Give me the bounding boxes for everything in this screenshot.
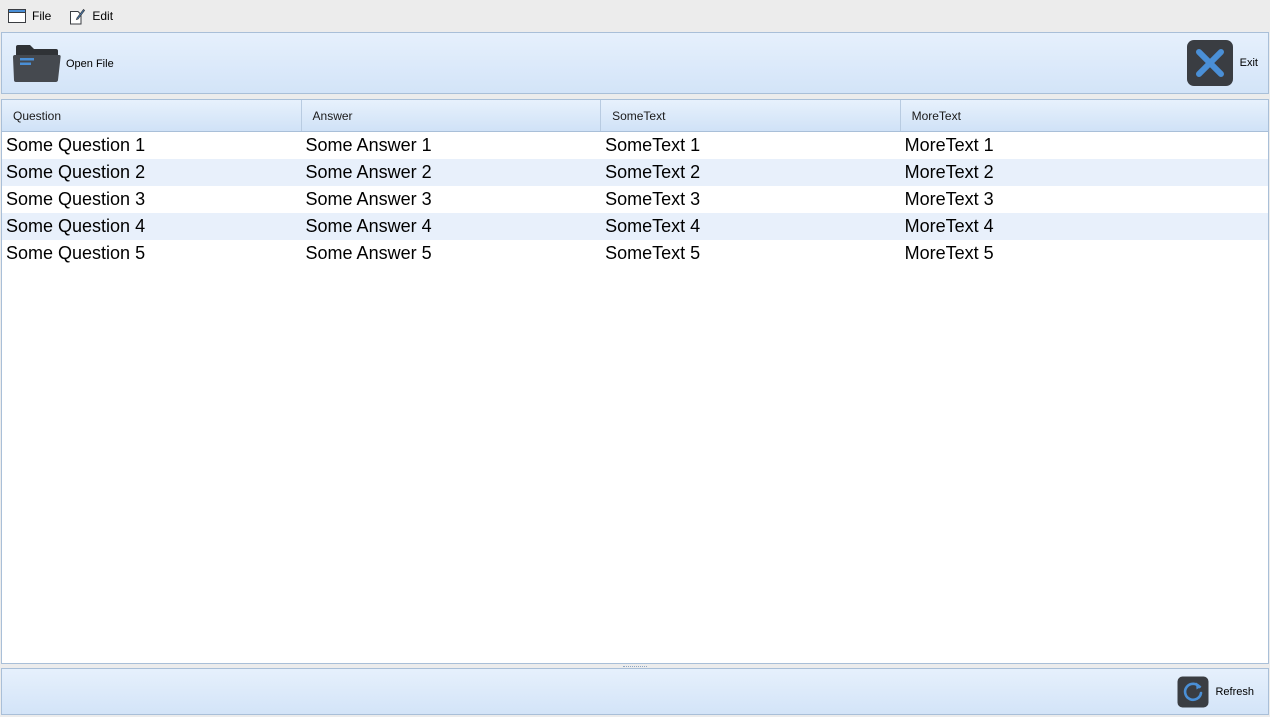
column-header-sometext[interactable]: SomeText [601,100,901,131]
menu-file-label: File [32,9,52,23]
table-cell: Some Answer 2 [305,162,432,182]
table-cell: MoreText 3 [904,189,994,209]
table-row[interactable]: Some Question 1 Some Answer 1 SomeText 1… [2,132,1268,159]
column-header-question[interactable]: Question [2,100,302,131]
table-cell: SomeText 3 [605,189,701,209]
table-cell: Some Question 1 [6,135,146,155]
menu-edit-label: Edit [92,9,114,23]
table-cell: MoreText 5 [904,243,994,263]
menu-file[interactable]: File [7,4,57,28]
edit-document-icon [68,8,86,24]
splitter-grip [623,665,647,667]
table-cell: SomeText 4 [605,216,701,236]
menu-bar: File Edit [0,0,1270,32]
table-row[interactable]: Some Question 5 Some Answer 5 SomeText 5… [2,240,1268,267]
table-cell: Some Answer 3 [305,189,432,209]
table-cell: Some Answer 5 [305,243,432,263]
column-header-moretext[interactable]: MoreText [901,100,1268,131]
bottom-toolbar: Refresh [1,668,1269,715]
table-row[interactable]: Some Question 2 Some Answer 2 SomeText 2… [2,159,1268,186]
table-cell: SomeText 2 [605,162,701,182]
menu-edit[interactable]: Edit [67,4,119,28]
main-toolbar: Open File Exit [1,32,1269,94]
table-cell: Some Answer 1 [305,135,432,155]
open-file-button[interactable]: Open File [12,43,114,85]
open-file-label: Open File [66,58,114,70]
exit-label: Exit [1239,57,1258,69]
data-table: Question Answer SomeText MoreText Some Q… [1,99,1269,664]
column-header-answer[interactable]: Answer [302,100,602,131]
table-cell: SomeText 1 [605,135,701,155]
refresh-label: Refresh [1215,686,1254,698]
table-cell: Some Question 2 [6,162,146,182]
close-x-icon [1186,39,1234,87]
table-header: Question Answer SomeText MoreText [2,100,1268,132]
table-cell: Some Answer 4 [305,216,432,236]
table-cell: MoreText 1 [904,135,994,155]
table-cell: Some Question 3 [6,189,146,209]
folder-icon [12,43,62,85]
table-cell: Some Question 5 [6,243,146,263]
table-cell: MoreText 4 [904,216,994,236]
table-cell: SomeText 5 [605,243,701,263]
table-cell: Some Question 4 [6,216,146,236]
table-row[interactable]: Some Question 4 Some Answer 4 SomeText 4… [2,213,1268,240]
refresh-icon [1177,676,1209,708]
table-row[interactable]: Some Question 3 Some Answer 3 SomeText 3… [2,186,1268,213]
window-icon [8,8,26,24]
exit-button[interactable]: Exit [1186,39,1258,87]
refresh-button[interactable]: Refresh [1177,676,1254,708]
table-cell: MoreText 2 [904,162,994,182]
